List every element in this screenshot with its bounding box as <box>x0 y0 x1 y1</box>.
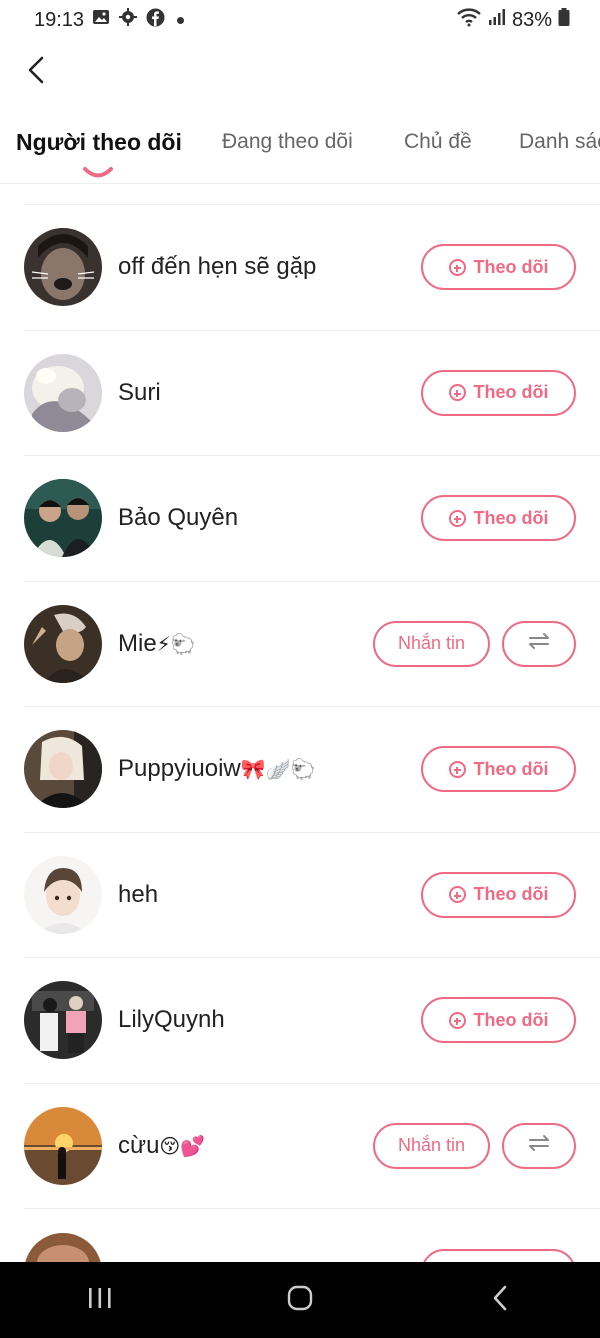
plus-circle-icon <box>448 384 466 401</box>
follow-button[interactable]: Theo dõi <box>421 746 576 792</box>
plus-circle-icon <box>448 760 466 778</box>
avatar[interactable] <box>24 981 102 1059</box>
recent-apps-button[interactable] <box>70 1270 130 1330</box>
avatar[interactable] <box>24 1106 102 1185</box>
back-arrow-icon <box>490 1284 510 1317</box>
swap-arrows-icon <box>527 1134 551 1157</box>
user-name[interactable]: off đến hẹn sẽ gặp <box>118 253 316 281</box>
dot-icon <box>177 16 185 24</box>
tab-topics[interactable]: Chủ đề <box>404 130 472 154</box>
gallery-icon <box>92 8 110 32</box>
settings-gear-icon <box>118 7 138 33</box>
battery-icon <box>558 8 570 32</box>
swap-arrows-icon <box>527 632 551 655</box>
status-bar: 19:13 83% <box>0 0 600 40</box>
tab-following[interactable]: Đang theo dõi <box>222 130 353 154</box>
user-name[interactable]: Puppyiuoiw🎀🪽🐑 <box>118 755 315 783</box>
tab-lists[interactable]: Danh sách <box>519 130 600 154</box>
message-button[interactable]: Nhắn tin <box>373 620 490 667</box>
follow-button[interactable]: Theo dõi <box>421 495 576 541</box>
avatar[interactable] <box>24 855 102 934</box>
plus-circle-icon <box>448 258 466 276</box>
user-name[interactable]: cừu😚💕 <box>118 1132 205 1160</box>
signal-icon <box>488 8 506 32</box>
plus-circle-icon <box>448 886 466 903</box>
back-button[interactable] <box>18 54 54 90</box>
active-tab-indicator <box>82 166 114 182</box>
user-name[interactable]: heh <box>118 881 158 909</box>
avatar[interactable] <box>24 604 102 683</box>
tab-followers[interactable]: Người theo dõi <box>16 129 182 156</box>
plus-circle-icon <box>448 509 466 527</box>
user-name[interactable]: Suri <box>118 379 161 407</box>
plus-circle-icon <box>448 1011 466 1029</box>
avatar[interactable] <box>24 479 102 557</box>
avatar[interactable] <box>24 228 102 306</box>
recent-apps-icon <box>87 1286 113 1315</box>
avatar[interactable] <box>24 730 102 808</box>
follow-button[interactable]: Theo dõi <box>421 871 576 918</box>
list-item-partial[interactable] <box>24 1210 600 1270</box>
system-nav-bar <box>0 1262 600 1338</box>
avatar[interactable] <box>24 353 102 432</box>
facebook-icon <box>146 8 165 33</box>
follow-button-label: Theo dõi <box>473 884 549 904</box>
list-item[interactable]: Puppyiuoiw🎀🪽🐑 Theo dõi <box>24 707 600 833</box>
system-back-button[interactable] <box>470 1270 530 1330</box>
message-button-label: Nhắn tin <box>397 633 466 653</box>
chevron-left-icon <box>26 56 46 89</box>
follow-button-label: Theo dõi <box>473 507 549 528</box>
user-name[interactable]: Mie⚡🐑 <box>118 630 196 658</box>
list-item[interactable]: heh Theo dõi <box>24 833 600 958</box>
follow-button[interactable]: Theo dõi <box>421 997 576 1043</box>
follow-button-label: Theo dõi <box>473 256 549 277</box>
list-item[interactable]: off đến hẹn sẽ gặp Theo dõi <box>24 205 600 331</box>
battery-text: 83% <box>511 8 552 31</box>
follow-button-label: Theo dõi <box>473 758 549 779</box>
list-item[interactable]: LilyQuynh Theo dõi <box>24 958 600 1084</box>
wifi-icon <box>456 7 482 33</box>
follow-button[interactable]: Theo dõi <box>421 244 576 290</box>
status-right: 83% <box>456 7 570 33</box>
message-button-label: Nhắn tin <box>397 1135 466 1155</box>
status-left: 19:13 <box>34 7 185 33</box>
list-item[interactable]: Bảo Quyên Theo dõi <box>24 456 600 582</box>
home-icon <box>286 1284 314 1317</box>
user-name[interactable]: LilyQuynh <box>118 1006 225 1034</box>
list-item[interactable]: Suri Theo dõi <box>24 331 600 456</box>
tab-bar: Người theo dõi Đang theo dõi Chủ đề Danh… <box>0 118 600 184</box>
follow-button-label: Theo dõi <box>473 382 549 402</box>
message-button[interactable]: Nhắn tin <box>373 1122 490 1169</box>
list-item[interactable]: cừu😚💕 Nhắn tin <box>24 1084 600 1209</box>
user-name[interactable]: Bảo Quyên <box>118 504 238 532</box>
status-time: 19:13 <box>34 8 85 31</box>
mutual-follow-button[interactable] <box>502 620 576 667</box>
follow-button[interactable]: Theo dõi <box>421 369 576 416</box>
mutual-follow-button[interactable] <box>502 1122 576 1169</box>
follower-list: off đến hẹn sẽ gặp Theo dõi Suri Theo dõ… <box>0 205 600 1209</box>
home-button[interactable] <box>270 1270 330 1330</box>
list-item[interactable]: Mie⚡🐑 Nhắn tin <box>24 582 600 707</box>
follow-button-label: Theo dõi <box>473 1009 549 1030</box>
